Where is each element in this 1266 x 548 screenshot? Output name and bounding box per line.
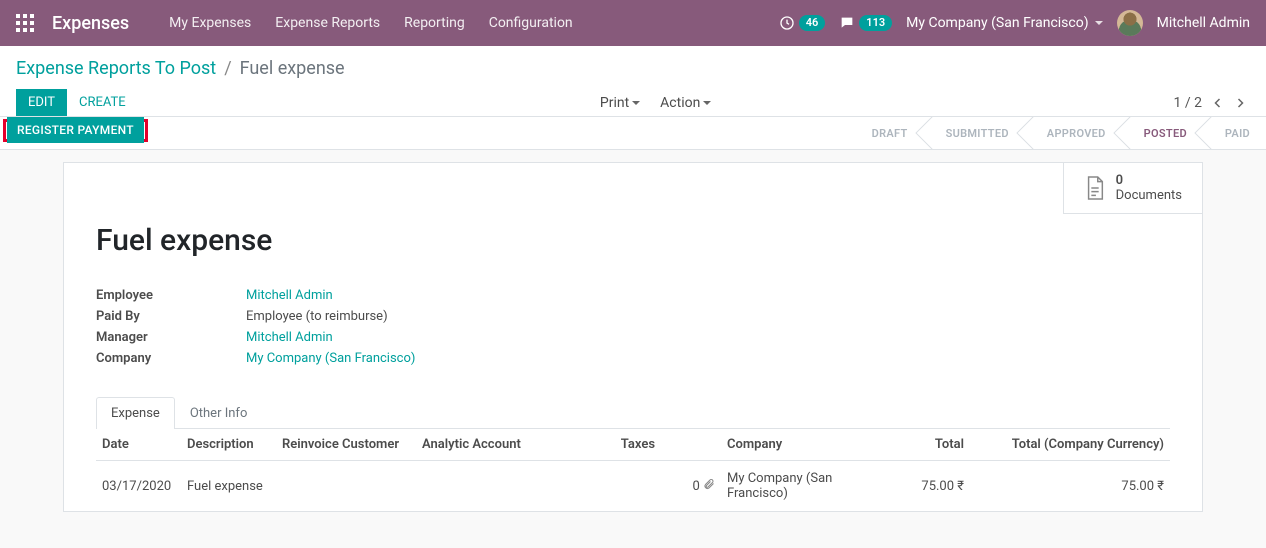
pager-value[interactable]: 1 / 2	[1174, 95, 1202, 111]
cell-date: 03/17/2020	[96, 461, 181, 512]
stage-draft[interactable]: DRAFT	[850, 117, 924, 149]
cell-reinvoice	[276, 461, 416, 512]
stage-paid[interactable]: PAID	[1203, 117, 1266, 149]
expense-lines-table: Date Description Reinvoice Customer Anal…	[96, 429, 1170, 511]
col-description: Description	[181, 429, 276, 461]
value-manager[interactable]: Mitchell Admin	[246, 330, 1170, 345]
nav-my-expenses[interactable]: My Expenses	[169, 15, 251, 31]
action-dropdown[interactable]: Action	[660, 95, 711, 111]
messaging-count: 113	[859, 15, 892, 31]
label-company: Company	[96, 351, 246, 366]
create-button[interactable]: Create	[67, 89, 138, 116]
cell-taxes	[606, 461, 661, 512]
register-payment-button[interactable]: Register Payment	[7, 117, 144, 143]
activity-indicator[interactable]: 46	[779, 15, 826, 31]
status-bar: Register Payment DRAFT SUBMITTED APPROVE…	[0, 116, 1266, 150]
col-total: Total	[870, 429, 970, 461]
table-header-row: Date Description Reinvoice Customer Anal…	[96, 429, 1170, 461]
cell-description: Fuel expense	[181, 461, 276, 512]
nav-expense-reports[interactable]: Expense Reports	[275, 15, 380, 31]
cell-company: My Company (San Francisco)	[721, 461, 870, 512]
col-total-cc: Total (Company Currency)	[970, 429, 1170, 461]
clock-icon	[779, 15, 795, 31]
col-date: Date	[96, 429, 181, 461]
print-label: Print	[600, 95, 629, 111]
breadcrumb-current: Fuel expense	[240, 58, 345, 79]
stage-approved[interactable]: APPROVED	[1025, 117, 1122, 149]
value-employee[interactable]: Mitchell Admin	[246, 288, 1170, 303]
cell-attachments: 0	[661, 461, 721, 512]
value-company[interactable]: My Company (San Francisco)	[246, 351, 1170, 366]
company-name: My Company (San Francisco)	[906, 15, 1088, 31]
cell-analytic	[416, 461, 606, 512]
documents-count: 0	[1116, 173, 1182, 188]
pager-prev-icon[interactable]	[1212, 96, 1224, 110]
record-fields: Employee Mitchell Admin Paid By Employee…	[96, 288, 1170, 366]
document-icon	[1084, 175, 1106, 201]
highlight-box: Register Payment	[3, 119, 148, 142]
chevron-down-icon	[632, 101, 640, 105]
control-panel: Expense Reports To Post / Fuel expense E…	[0, 46, 1266, 116]
tab-other-info[interactable]: Other Info	[175, 397, 263, 429]
breadcrumb-separator: /	[224, 58, 231, 79]
cell-total: 75.00 ₹	[870, 461, 970, 512]
tab-expense[interactable]: Expense	[96, 397, 175, 429]
form-sheet: 0 Documents Fuel expense Employee Mitche…	[63, 162, 1203, 512]
pager-next-icon[interactable]	[1234, 96, 1246, 110]
apps-icon[interactable]	[16, 14, 34, 32]
col-analytic: Analytic Account	[416, 429, 606, 461]
pager: 1 / 2	[1174, 95, 1250, 111]
col-company: Company	[721, 429, 870, 461]
cell-total-cc: 75.00 ₹	[970, 461, 1170, 512]
breadcrumb-parent[interactable]: Expense Reports To Post	[16, 58, 216, 79]
table-row[interactable]: 03/17/2020 Fuel expense 0 My Company (Sa…	[96, 461, 1170, 512]
stage-submitted[interactable]: SUBMITTED	[924, 117, 1025, 149]
notebook-tabs: Expense Other Info	[96, 396, 1170, 429]
module-title[interactable]: Expenses	[52, 13, 129, 34]
edit-button[interactable]: Edit	[16, 89, 67, 116]
col-reinvoice: Reinvoice Customer	[276, 429, 416, 461]
company-switcher[interactable]: My Company (San Francisco)	[906, 15, 1102, 31]
nav-reporting[interactable]: Reporting	[404, 15, 465, 31]
top-navbar: Expenses My Expenses Expense Reports Rep…	[0, 0, 1266, 46]
paperclip-icon[interactable]	[703, 479, 715, 494]
value-paid-by: Employee (to reimburse)	[246, 309, 1170, 324]
label-manager: Manager	[96, 330, 246, 345]
chevron-down-icon	[1095, 21, 1103, 25]
record-title: Fuel expense	[96, 223, 1170, 258]
user-menu[interactable]: Mitchell Admin	[1157, 15, 1250, 31]
label-employee: Employee	[96, 288, 246, 303]
label-paid-by: Paid By	[96, 309, 246, 324]
stage-posted[interactable]: POSTED	[1122, 117, 1203, 149]
avatar[interactable]	[1117, 10, 1143, 36]
status-stages: DRAFT SUBMITTED APPROVED POSTED PAID	[850, 117, 1266, 149]
top-nav: My Expenses Expense Reports Reporting Co…	[169, 15, 779, 31]
action-label: Action	[660, 95, 700, 111]
breadcrumb: Expense Reports To Post / Fuel expense	[16, 58, 1250, 79]
chat-icon	[839, 15, 855, 31]
activity-count: 46	[799, 15, 826, 31]
nav-configuration[interactable]: Configuration	[489, 15, 573, 31]
attach-count: 0	[692, 479, 699, 494]
col-taxes: Taxes	[606, 429, 661, 461]
controls-row: Edit Create Print Action 1 / 2	[16, 89, 1250, 116]
top-right: 46 113 My Company (San Francisco) Mitche…	[779, 10, 1250, 36]
documents-button[interactable]: 0 Documents	[1063, 163, 1202, 214]
messaging-indicator[interactable]: 113	[839, 15, 892, 31]
print-dropdown[interactable]: Print	[600, 95, 640, 111]
col-attach	[661, 429, 721, 461]
chevron-down-icon	[703, 101, 711, 105]
documents-label: Documents	[1116, 188, 1182, 203]
